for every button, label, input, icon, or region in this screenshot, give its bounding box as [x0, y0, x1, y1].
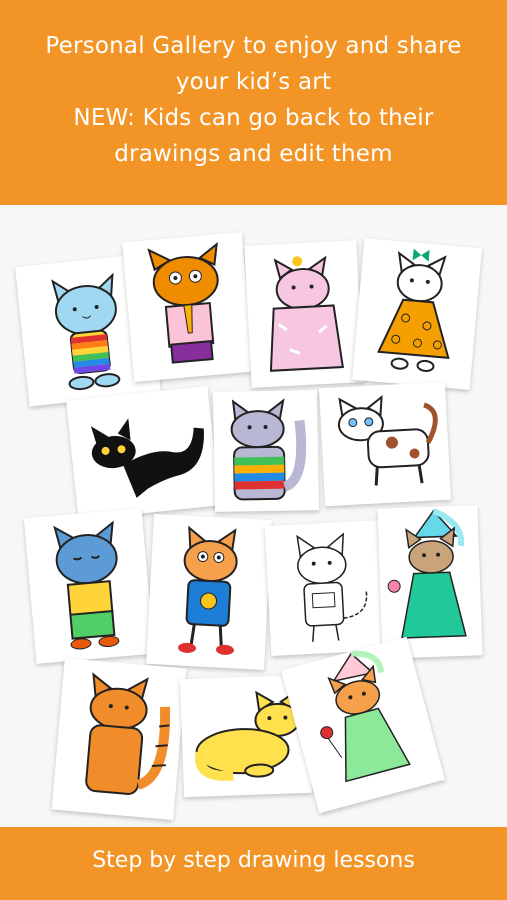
header-line-3: NEW: Kids can go back to their [73, 105, 434, 131]
header-line-2: your kid’s art [175, 69, 332, 95]
drawing-card[interactable] [318, 381, 452, 507]
drawing-card[interactable] [51, 657, 187, 821]
striped-cat-icon [230, 398, 307, 501]
footer-label: Step by step drawing lessons [92, 848, 415, 873]
polka-dress-cat-icon [377, 248, 450, 372]
drawing-card[interactable] [66, 385, 220, 521]
smiley-shirt-cat-icon [178, 525, 238, 655]
header-banner: Personal Gallery to enjoy and share your… [0, 0, 507, 205]
drawing-card[interactable] [244, 240, 364, 388]
drawing-card[interactable] [377, 505, 483, 659]
blue-cat-icon [53, 520, 120, 650]
drawing-card[interactable] [122, 232, 254, 382]
princess-cat-icon [387, 508, 467, 639]
drawing-card[interactable] [352, 238, 482, 390]
drawing-card[interactable] [23, 508, 155, 664]
header-line-1: Personal Gallery to enjoy and share [45, 33, 462, 59]
drawing-card[interactable] [264, 520, 390, 656]
tie-dog-icon [147, 241, 219, 364]
drawing-card[interactable] [146, 514, 272, 670]
drawing-card[interactable] [212, 390, 320, 512]
pink-fluffy-cat-icon [269, 255, 344, 372]
header-line-4: drawings and edit them [114, 141, 393, 167]
drawing-gallery [0, 205, 507, 827]
orange-cat-icon [85, 672, 171, 795]
outline-cat-icon [296, 532, 368, 642]
black-cat-icon [90, 418, 204, 498]
spotted-cat-icon [337, 394, 438, 486]
footer-banner: Step by step drawing lessons [0, 827, 507, 900]
